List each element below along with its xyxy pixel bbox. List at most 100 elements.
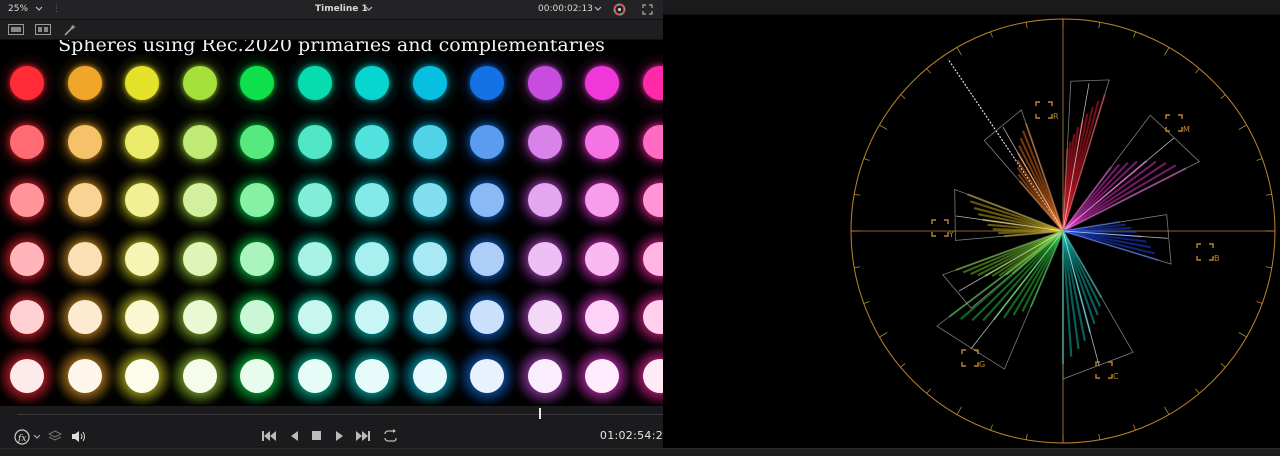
sphere-cell — [170, 171, 229, 229]
menu-dots-icon[interactable]: ⋮ — [52, 0, 61, 19]
magic-wand-icon[interactable] — [63, 23, 77, 36]
color-sphere — [297, 66, 332, 100]
chevron-down-icon[interactable] — [365, 6, 373, 12]
fullscreen-icon[interactable] — [642, 4, 653, 15]
viewer-frame[interactable]: Spheres using Rec.2020 primaries and com… — [0, 40, 663, 406]
graticule-tick — [1195, 388, 1200, 394]
playhead[interactable] — [539, 408, 541, 419]
sphere-cell — [55, 171, 114, 229]
color-wheel-icon[interactable] — [613, 3, 626, 16]
sphere-cell — [285, 112, 344, 171]
sphere-cell — [55, 288, 114, 346]
color-sphere — [585, 300, 619, 334]
loop-icon[interactable] — [382, 429, 398, 443]
graticule-tick — [863, 158, 870, 161]
sphere-cell — [630, 171, 663, 229]
sphere-cell — [400, 229, 459, 288]
color-sphere — [67, 241, 102, 276]
chevron-down-icon[interactable] — [35, 6, 43, 12]
sphere-cell — [630, 229, 663, 288]
color-sphere — [182, 66, 217, 100]
single-viewer-icon[interactable] — [8, 24, 24, 35]
sphere-cell — [458, 112, 516, 171]
color-sphere — [527, 358, 562, 393]
scrubber-track[interactable] — [17, 414, 663, 415]
stop-icon[interactable] — [312, 431, 322, 441]
sphere-cell — [113, 229, 171, 288]
sphere-cell — [400, 288, 459, 346]
color-sphere — [585, 183, 619, 217]
sphere-cell — [228, 112, 286, 171]
color-sphere — [10, 124, 44, 159]
color-sphere — [10, 66, 44, 100]
color-sphere — [240, 300, 274, 334]
color-sphere — [355, 241, 389, 276]
target-label: G — [979, 360, 985, 369]
frame-title: Spheres using Rec.2020 primaries and com… — [58, 40, 605, 56]
sphere-cell — [458, 54, 516, 112]
target-box — [931, 219, 949, 237]
sphere-cell — [630, 54, 663, 112]
graticule-tick — [1025, 22, 1028, 29]
color-sphere — [182, 183, 217, 217]
target-box — [961, 349, 979, 367]
chevron-down-icon[interactable] — [33, 434, 41, 440]
playhead-timecode: 01:02:54:2 — [599, 429, 663, 442]
color-sphere — [182, 124, 217, 159]
first-frame-icon[interactable] — [262, 431, 277, 441]
color-sphere — [240, 124, 274, 159]
timeline-name[interactable]: Timeline 1 — [315, 0, 368, 19]
graticule-tick — [1220, 363, 1226, 368]
layers-icon[interactable] — [48, 430, 62, 443]
color-sphere — [67, 124, 102, 159]
color-sphere — [10, 241, 44, 276]
graticule-tick — [1164, 47, 1170, 56]
color-sphere — [125, 124, 159, 159]
graticule-tick — [854, 193, 861, 196]
sphere-cell — [170, 54, 229, 112]
sphere-cell — [113, 171, 171, 229]
sphere-cell — [515, 229, 574, 288]
graticule-tick — [990, 31, 993, 38]
viewer-panel: 25% ⋮ Timeline 1 00:00:02:13 Spheres usi… — [0, 0, 663, 455]
color-sphere — [182, 358, 217, 393]
zoom-level[interactable]: 25% — [8, 0, 28, 19]
dual-viewer-icon[interactable] — [35, 24, 51, 35]
color-sphere — [585, 66, 619, 100]
color-sphere — [297, 124, 332, 159]
graticule-tick — [900, 94, 906, 99]
target-box — [1196, 243, 1214, 261]
sphere-cell — [573, 54, 631, 112]
color-sphere — [585, 358, 619, 393]
transport-controls: fx 01:02:54:2 — [0, 424, 663, 448]
fx-icon[interactable]: fx — [14, 429, 30, 445]
sphere-cell — [55, 54, 114, 112]
sphere-cell — [285, 288, 344, 346]
vectorscope: R M Y B G C — [850, 18, 1276, 444]
sphere-cell — [285, 171, 344, 229]
sphere-cell — [113, 346, 171, 405]
graticule-tick — [1256, 158, 1263, 161]
sphere-cell — [343, 54, 401, 112]
graticule-tick — [1265, 193, 1272, 196]
target-label: C — [1113, 372, 1119, 381]
color-sphere — [642, 241, 663, 276]
last-frame-icon[interactable] — [356, 431, 371, 441]
target-box — [1035, 101, 1053, 119]
scrubber-bar[interactable] — [0, 406, 663, 424]
source-timecode[interactable]: 00:00:02:13 — [538, 0, 593, 19]
sphere-cell — [343, 288, 401, 346]
sphere-cell — [228, 171, 286, 229]
chevron-down-icon[interactable] — [594, 6, 602, 12]
sphere-cell — [400, 171, 459, 229]
play-icon[interactable] — [335, 431, 344, 441]
sphere-cell — [343, 171, 401, 229]
sphere-cell — [170, 112, 229, 171]
volume-icon[interactable] — [71, 430, 87, 443]
sphere-cell — [343, 346, 401, 405]
graticule-tick — [900, 363, 906, 368]
svg-text:fx: fx — [17, 434, 26, 444]
color-sphere — [527, 241, 562, 276]
graticule-tick — [1025, 433, 1028, 440]
play-reverse-icon[interactable] — [290, 431, 299, 441]
